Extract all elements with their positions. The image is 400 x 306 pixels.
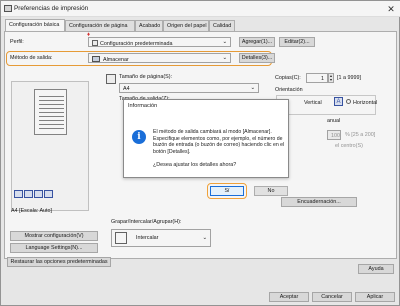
yes-button[interactable]: Sí bbox=[210, 186, 244, 196]
info-dialog: Información i El método de salida cambia… bbox=[123, 99, 289, 178]
dialog-message: El método de salida cambiará al modo [Al… bbox=[153, 129, 285, 155]
info-icon: i bbox=[132, 130, 146, 144]
no-button[interactable]: No bbox=[254, 186, 288, 196]
dialog-question: ¿Desea ajustar los detalles ahora? bbox=[153, 162, 237, 168]
dialog-title: Información bbox=[128, 103, 158, 109]
